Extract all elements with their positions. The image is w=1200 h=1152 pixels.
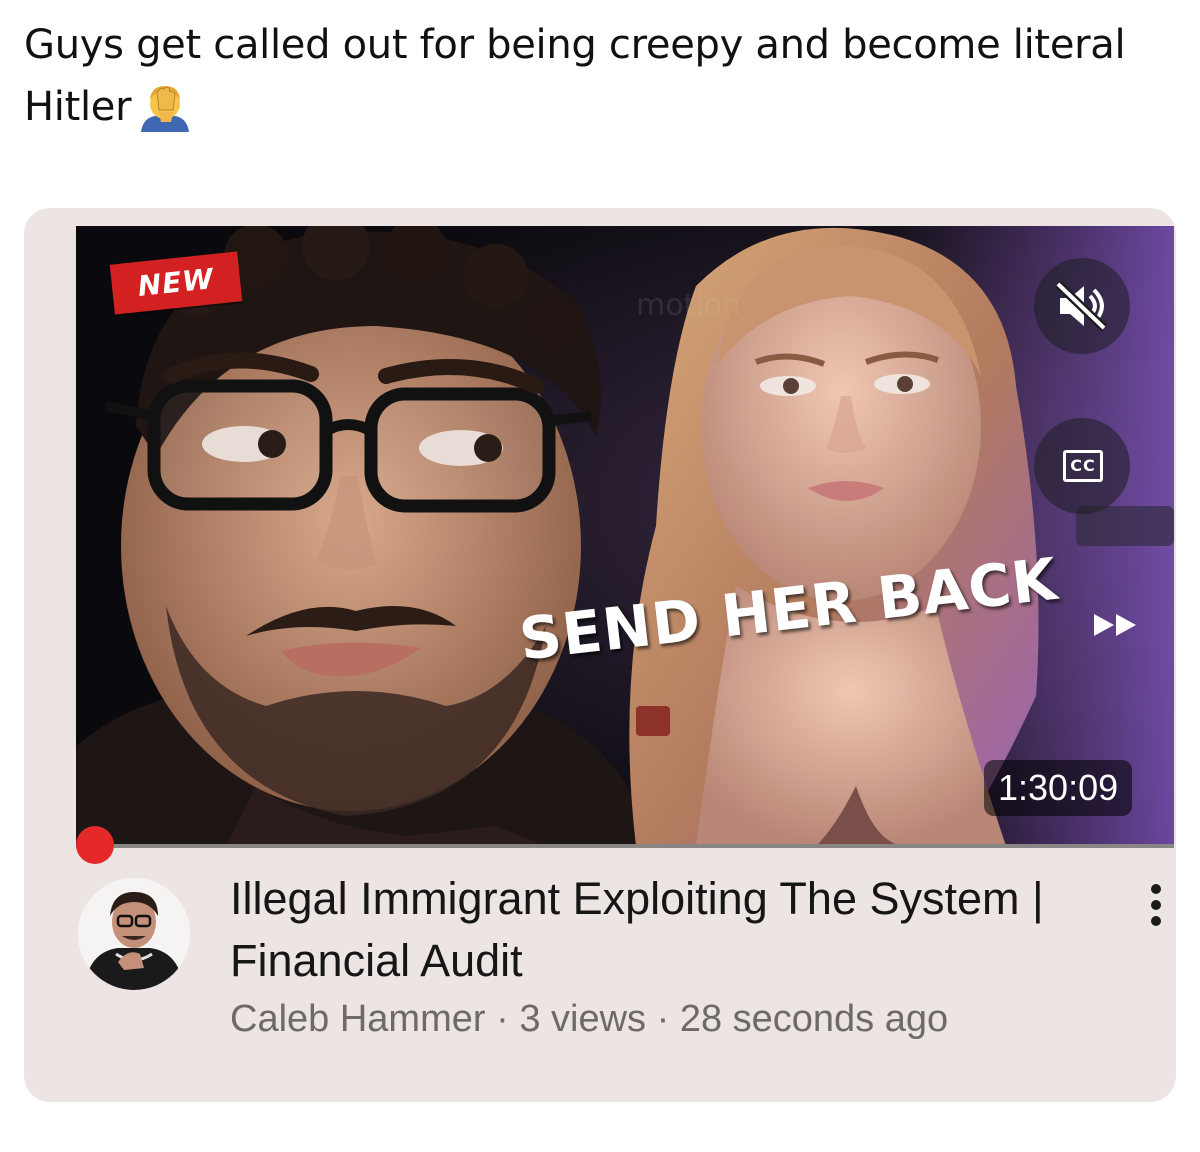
more-dot: [1151, 900, 1161, 910]
progress-scrubber[interactable]: [76, 826, 114, 864]
progress-track[interactable]: [76, 844, 1174, 848]
more-options-button[interactable]: [1142, 880, 1170, 930]
fast-forward-icon: [1094, 614, 1136, 636]
channel-name[interactable]: Caleb Hammer: [230, 998, 486, 1040]
video-duration: 1:30:09: [984, 760, 1133, 816]
view-count: 3 views: [519, 998, 647, 1040]
captions-button[interactable]: CC: [1034, 418, 1130, 514]
video-card[interactable]: NEW motion CC SEND HER BACK 1:30:09 Ille…: [24, 208, 1176, 1102]
watermark-text: motion: [636, 288, 742, 323]
captions-label: CC: [1063, 450, 1103, 482]
mute-button[interactable]: [1034, 258, 1130, 354]
post-caption: Guys get called out for being creepy and…: [24, 14, 1164, 138]
channel-avatar[interactable]: [78, 878, 190, 990]
upload-age: 28 seconds ago: [679, 998, 949, 1040]
more-dot: [1151, 916, 1161, 926]
speaker-muted-icon: [1054, 280, 1108, 332]
avatar-image: [78, 878, 190, 990]
video-thumbnail[interactable]: NEW motion CC SEND HER BACK 1:30:09: [76, 226, 1174, 846]
facepalm-icon: [137, 82, 193, 132]
meta-separator: ·: [646, 998, 680, 1040]
more-vertical-icon: [1151, 884, 1161, 894]
thumbnail-artwork: [76, 226, 1174, 846]
video-meta: Caleb Hammer · 3 views · 28 seconds ago: [230, 998, 948, 1041]
meta-separator: ·: [485, 998, 520, 1040]
video-title[interactable]: Illegal Immigrant Exploiting The System …: [230, 868, 1090, 992]
